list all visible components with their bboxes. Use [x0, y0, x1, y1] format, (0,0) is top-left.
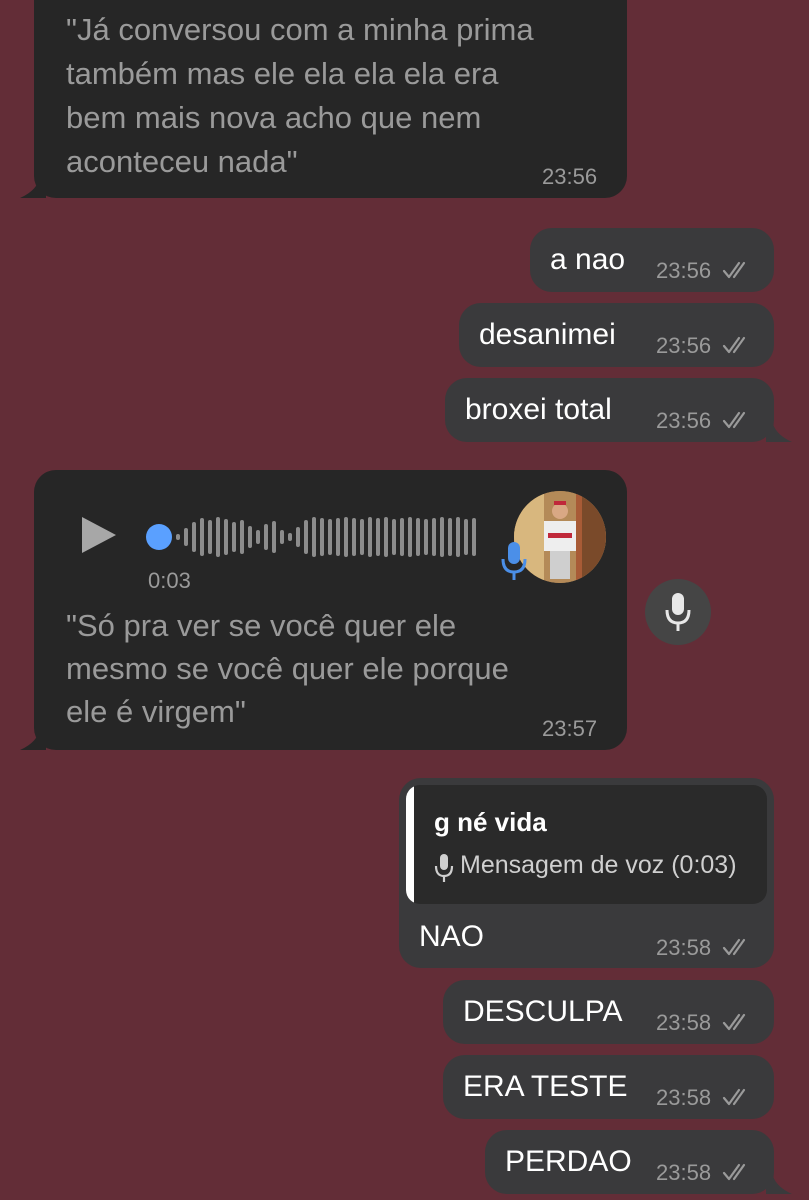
waveform-bar: [448, 518, 452, 556]
mic-icon: [501, 542, 527, 580]
reply-preview: Mensagem de voz (0:03): [460, 851, 737, 879]
mic-icon: [665, 593, 691, 631]
waveform-bar: [312, 517, 316, 557]
voice-duration: 0:03: [148, 568, 191, 593]
waveform-bar: [320, 518, 324, 556]
message-time: 23:56: [656, 333, 712, 358]
waveform-bar: [344, 517, 348, 557]
waveform-bar: [392, 519, 396, 555]
mic-icon: [434, 854, 454, 882]
waveform-bar: [280, 530, 284, 544]
waveform-bar: [384, 517, 388, 557]
read-ticks-icon: [722, 938, 746, 956]
message-time: 23:56: [542, 164, 598, 189]
waveform-bar: [264, 524, 268, 550]
waveform-bar: [472, 518, 476, 556]
message-time: 23:56: [656, 258, 712, 283]
playback-scrubber[interactable]: [146, 524, 172, 550]
waveform-bar: [272, 521, 276, 553]
waveform-bar: [184, 528, 188, 546]
waveform-bar: [304, 520, 308, 554]
reply-author: g né vida: [434, 807, 547, 837]
message-time: 23:56: [656, 408, 712, 433]
voice-transcript-line: mesmo se você quer ele porque: [66, 651, 509, 686]
message-time: 23:57: [542, 716, 598, 741]
read-ticks-icon: [722, 1088, 746, 1106]
read-ticks-icon: [722, 1163, 746, 1181]
message-text: ERA TESTE: [463, 1070, 628, 1103]
waveform-bar: [256, 530, 260, 544]
message-time: 23:58: [656, 1085, 712, 1110]
message-time: 23:58: [656, 1010, 712, 1035]
voice-transcript-line: ele é virgem": [66, 694, 246, 729]
play-icon[interactable]: [82, 517, 116, 553]
waveform-bar: [208, 520, 212, 554]
waveform-bar: [240, 520, 244, 554]
waveform-bar: [192, 522, 196, 552]
waveform-bar: [352, 518, 356, 556]
message-text: DESCULPA: [463, 995, 623, 1028]
waveform-bar: [176, 534, 180, 540]
read-ticks-icon: [722, 261, 746, 279]
voice-transcript-line: "Só pra ver se você quer ele: [66, 608, 457, 643]
waveform-bar: [328, 519, 332, 555]
waveform-bar: [336, 518, 340, 556]
waveform-bar: [288, 533, 292, 541]
waveform-bar: [400, 518, 404, 556]
message-time: 23:58: [656, 935, 712, 960]
message-text: a nao: [550, 243, 626, 276]
waveform-bar: [360, 519, 364, 555]
message-time: 23:58: [656, 1160, 712, 1185]
reply-accent-bar: [406, 785, 414, 904]
waveform-bar: [408, 517, 412, 557]
transcribe-button[interactable]: [645, 579, 711, 645]
message-text-line: também mas ele ela ela ela era: [66, 56, 499, 91]
message-text-line: bem mais nova acho que nem: [66, 100, 482, 135]
bubble-tail: [766, 1172, 792, 1194]
waveform-bar: [224, 519, 228, 555]
read-ticks-icon: [722, 411, 746, 429]
message-text-line: "Já conversou com a minha prima: [66, 12, 534, 47]
bubble-tail: [20, 176, 46, 198]
waveform-bar: [424, 519, 428, 555]
message-text: broxei total: [465, 393, 612, 426]
read-ticks-icon: [722, 336, 746, 354]
waveform-bar: [376, 518, 380, 556]
read-ticks-icon: [722, 1013, 746, 1031]
waveform-bar: [368, 517, 372, 557]
message-text-line: aconteceu nada": [66, 144, 298, 179]
bubble-tail: [20, 728, 46, 750]
waveform-bar: [296, 527, 300, 547]
message-text: NAO: [419, 920, 485, 953]
waveform-bar: [456, 517, 460, 557]
waveform-bar: [464, 519, 468, 555]
waveform-bar: [216, 517, 220, 557]
waveform-bar: [432, 518, 436, 556]
quoted-reply[interactable]: g né vida Mensagem de voz (0:03): [406, 785, 767, 904]
message-text: PERDAO: [505, 1145, 632, 1178]
waveform-bar: [248, 526, 252, 548]
waveform-bar: [200, 518, 204, 556]
waveform-bar: [440, 517, 444, 557]
message-text: desanimei: [479, 318, 616, 351]
waveform-bar: [232, 522, 236, 552]
bubble-tail: [766, 420, 792, 442]
waveform-bar: [416, 518, 420, 556]
